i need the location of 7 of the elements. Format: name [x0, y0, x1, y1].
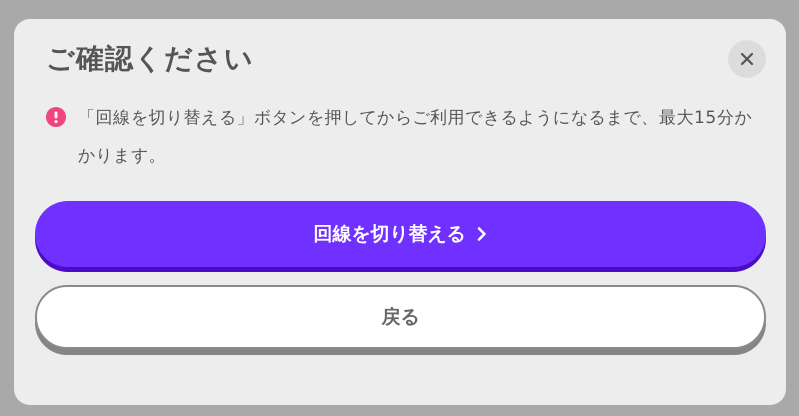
- close-icon: [740, 52, 754, 66]
- dialog-title: ご確認ください: [46, 41, 254, 77]
- close-button[interactable]: [728, 40, 766, 78]
- notice-message: 「回線を切り替える」ボタンを押してからご利用できるようになるまで、最大15分かかります。: [78, 107, 754, 168]
- switch-line-button[interactable]: 回線を切り替える: [35, 201, 766, 267]
- chevron-right-icon: [476, 226, 488, 242]
- alert-icon: [46, 107, 66, 127]
